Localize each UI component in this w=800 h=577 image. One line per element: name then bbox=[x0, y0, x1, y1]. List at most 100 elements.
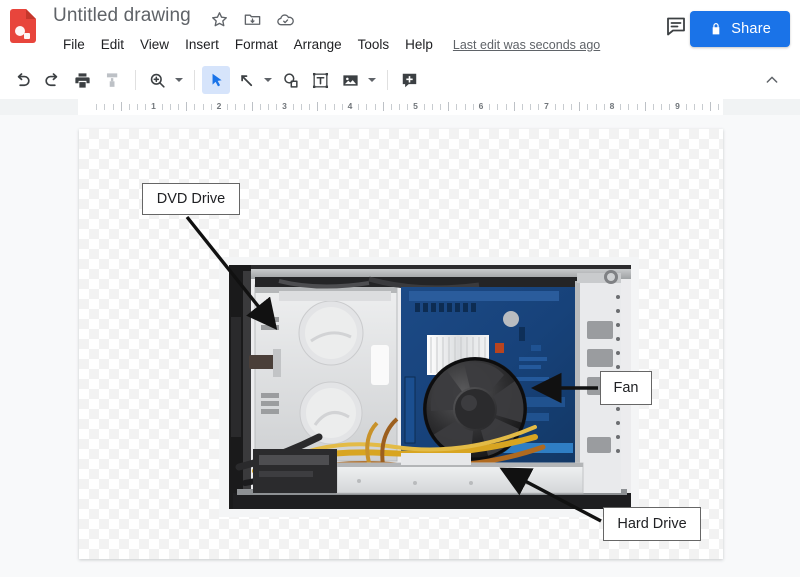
menu-item-view[interactable]: View bbox=[132, 35, 177, 54]
ruler-tick bbox=[366, 104, 368, 110]
label-hard-drive[interactable]: Hard Drive bbox=[603, 507, 701, 541]
ruler-tick bbox=[104, 104, 106, 110]
ruler-tick bbox=[317, 102, 319, 111]
menu-item-arrange[interactable]: Arrange bbox=[286, 35, 350, 54]
ruler-number: 4 bbox=[347, 101, 353, 111]
title-icon-group bbox=[210, 10, 295, 29]
ruler-tick bbox=[669, 104, 671, 110]
ruler-tick bbox=[652, 104, 654, 110]
ruler-tick bbox=[276, 104, 278, 110]
zoom-dropdown-caret[interactable] bbox=[173, 66, 185, 94]
ruler-tick bbox=[636, 104, 638, 110]
ruler-tick bbox=[587, 104, 589, 110]
ruler-tick bbox=[620, 104, 622, 110]
ruler-tick bbox=[661, 104, 663, 110]
paint-format-icon[interactable] bbox=[98, 66, 126, 94]
star-icon[interactable] bbox=[210, 10, 229, 29]
ruler-tick bbox=[440, 104, 442, 110]
ruler-tick bbox=[161, 104, 163, 110]
menu-item-help[interactable]: Help bbox=[397, 35, 441, 54]
share-button-label: Share bbox=[731, 21, 771, 37]
zoom-icon[interactable] bbox=[143, 66, 171, 94]
label-fan-text: Fan bbox=[613, 380, 639, 396]
drawing-page[interactable]: DVD Drive Fan Hard Drive bbox=[79, 129, 723, 559]
shape-icon[interactable] bbox=[276, 66, 304, 94]
ruler-tick bbox=[423, 104, 425, 110]
line-icon[interactable] bbox=[232, 66, 260, 94]
ruler-tick bbox=[448, 102, 450, 111]
ruler-tick bbox=[464, 104, 466, 110]
text-box-icon[interactable] bbox=[306, 66, 334, 94]
toolbar-divider bbox=[194, 70, 195, 90]
desktop-computer-internals-photo[interactable] bbox=[219, 257, 639, 517]
ruler-tick bbox=[210, 104, 212, 110]
ruler-tick bbox=[128, 104, 130, 110]
ruler-tick bbox=[554, 104, 556, 110]
ruler-tick bbox=[489, 104, 491, 110]
last-edit-status[interactable]: Last edit was seconds ago bbox=[453, 38, 600, 52]
chevron-up-icon[interactable] bbox=[758, 66, 786, 94]
ruler-tick bbox=[235, 104, 237, 110]
ruler-number: 7 bbox=[544, 101, 549, 111]
ruler-track: 1 2 3 4 5 6 7 8 9 bbox=[78, 99, 723, 115]
ruler-tick bbox=[571, 104, 573, 110]
ruler-tick bbox=[120, 102, 122, 111]
menu-item-tools[interactable]: Tools bbox=[350, 35, 398, 54]
ruler-tick bbox=[243, 104, 245, 110]
canvas-area[interactable]: DVD Drive Fan Hard Drive groovyPost.com bbox=[0, 115, 800, 577]
ruler-tick bbox=[644, 102, 646, 111]
ruler-tick bbox=[530, 104, 532, 110]
move-to-folder-icon[interactable] bbox=[243, 10, 262, 29]
cloud-status-icon[interactable] bbox=[276, 10, 295, 29]
ruler-tick bbox=[538, 104, 540, 110]
ruler-number: 8 bbox=[609, 101, 615, 111]
ruler-tick bbox=[702, 104, 704, 110]
document-title[interactable]: Untitled drawing bbox=[53, 5, 191, 27]
ruler-number: 3 bbox=[282, 101, 287, 111]
image-dropdown-caret[interactable] bbox=[366, 66, 378, 94]
label-dvd-drive[interactable]: DVD Drive bbox=[142, 183, 240, 215]
ruler-tick bbox=[145, 104, 147, 110]
comment-icon[interactable] bbox=[664, 14, 688, 38]
redo-icon[interactable] bbox=[38, 66, 66, 94]
add-comment-icon[interactable] bbox=[395, 66, 423, 94]
share-button[interactable]: Share bbox=[690, 11, 790, 47]
title-bar: Untitled drawing File Edit View Insert F… bbox=[0, 0, 800, 62]
ruler-tick bbox=[374, 104, 376, 110]
ruler-tick bbox=[300, 104, 302, 110]
print-icon[interactable] bbox=[68, 66, 96, 94]
ruler-tick bbox=[595, 104, 597, 110]
toolbar-divider bbox=[135, 70, 136, 90]
ruler-tick bbox=[685, 104, 687, 110]
ruler-tick bbox=[505, 104, 507, 110]
ruler-tick bbox=[186, 102, 188, 111]
drawings-logo-icon bbox=[10, 9, 36, 43]
undo-icon[interactable] bbox=[8, 66, 36, 94]
ruler-tick bbox=[497, 104, 499, 110]
ruler-tick bbox=[431, 104, 433, 110]
ruler-tick bbox=[292, 104, 294, 110]
ruler-tick bbox=[628, 104, 630, 110]
ruler-tick bbox=[693, 104, 695, 110]
ruler-tick bbox=[472, 104, 474, 110]
menu-item-edit[interactable]: Edit bbox=[93, 35, 132, 54]
label-fan[interactable]: Fan bbox=[600, 371, 652, 405]
image-icon[interactable] bbox=[336, 66, 364, 94]
ruler-tick bbox=[710, 102, 712, 111]
menu-item-insert[interactable]: Insert bbox=[177, 35, 227, 54]
line-dropdown-caret[interactable] bbox=[262, 66, 274, 94]
menu-item-format[interactable]: Format bbox=[227, 35, 286, 54]
label-hard-drive-text: Hard Drive bbox=[617, 516, 687, 532]
ruler-tick bbox=[390, 104, 392, 110]
menu-item-file[interactable]: File bbox=[55, 35, 93, 54]
ruler-number: 6 bbox=[478, 101, 484, 111]
ruler-number: 1 bbox=[151, 101, 156, 111]
ruler-tick bbox=[382, 102, 384, 111]
ruler-tick bbox=[333, 104, 335, 110]
horizontal-ruler[interactable]: 1 2 3 4 5 6 7 8 9 bbox=[0, 99, 800, 116]
ruler-tick bbox=[251, 102, 253, 111]
ruler-tick bbox=[325, 104, 327, 110]
ruler-tick bbox=[169, 104, 171, 110]
select-icon[interactable] bbox=[202, 66, 230, 94]
ruler-tick bbox=[309, 104, 311, 110]
